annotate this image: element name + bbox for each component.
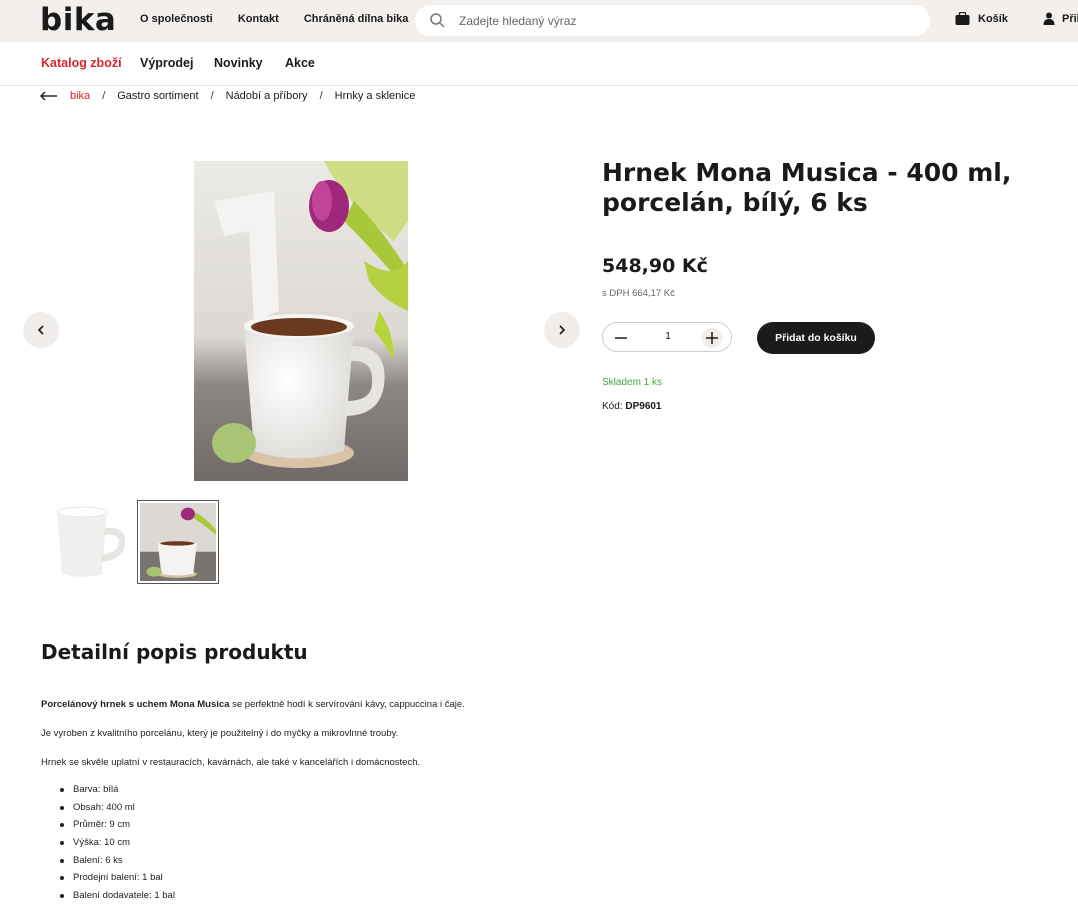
thumbnail-coffee[interactable] [137,500,219,584]
quantity-value[interactable]: 1 [655,330,681,342]
description-title: Detailní popis produktu [41,640,308,664]
chevron-right-icon [559,325,566,335]
breadcrumb-tableware[interactable]: Nádobí a příbory [226,90,308,102]
user-icon [1043,12,1055,25]
spec-supplier-package: Balení dodavatele: 1 bal [57,890,175,908]
logo[interactable]: bika [40,2,116,38]
product-price-vat: s DPH 664,17 Kč [602,288,675,299]
breadcrumb-home[interactable]: bika [70,90,90,102]
plus-icon[interactable] [702,328,722,348]
chevron-left-icon [37,325,44,335]
spec-color: Barva: bílá [57,784,175,802]
cart-label: Košík [978,12,1008,25]
top-bar: bika O společnosti Kontakt Chráněná díln… [0,0,1078,42]
cart-button[interactable]: Košík [955,12,1008,25]
breadcrumb-mugs[interactable]: Hrnky a sklenice [335,90,416,102]
link-contact[interactable]: Kontakt [238,13,279,25]
description-intro: Porcelánový hrnek s uchem Mona Musica se… [41,699,465,710]
spec-list: Barva: bílá Obsah: 400 ml Průměr: 9 cm V… [57,784,175,908]
breadcrumb-separator: / [319,90,323,102]
quantity-stepper: 1 [602,322,732,352]
top-links: O společnosti Kontakt Chráněná dílna bik… [140,13,430,25]
nav-catalog[interactable]: Katalog zboží [41,56,122,70]
breadcrumb-separator: / [210,90,214,102]
breadcrumb-separator: / [102,90,106,102]
spec-volume: Obsah: 400 ml [57,802,175,820]
spec-diameter: Průměr: 9 cm [57,819,175,837]
gallery-next-button[interactable] [544,312,580,348]
description-intro-rest: se perfektně hodí k servírování kávy, ca… [229,699,465,710]
minus-icon[interactable] [613,330,629,346]
search-input[interactable] [459,11,899,30]
link-workshop[interactable]: Chráněná dílna bika [304,13,409,25]
link-about[interactable]: O společnosti [140,13,213,25]
stock-status: Skladem 1 ks [602,377,663,388]
product-main-image[interactable] [194,161,408,481]
description-paragraph: Hrnek se skvěle uplatní v restauracích, … [41,757,421,768]
cart-icon [955,12,970,25]
search-box [415,5,930,36]
gallery-prev-button[interactable] [23,312,59,348]
nav-actions[interactable]: Akce [285,56,315,70]
product-code-value: DP9601 [625,401,662,412]
add-to-cart-button[interactable]: Přidat do košíku [757,322,875,354]
login-label: Přil [1062,12,1078,25]
product-code-label: Kód: [602,401,623,412]
description-intro-bold: Porcelánový hrnek s uchem Mona Musica [41,699,230,710]
description-paragraph: Je vyroben z kvalitního porcelánu, který… [41,728,399,739]
spec-height: Výška: 10 cm [57,837,175,855]
product-code: Kód: DP9601 [602,401,662,412]
back-arrow-icon[interactable] [40,91,58,101]
product-price: 548,90 Kč [602,255,708,277]
breadcrumb: bika / Gastro sortiment / Nádobí a příbo… [40,89,415,103]
breadcrumb-gastro[interactable]: Gastro sortiment [117,90,198,102]
login-button[interactable]: Přil [1043,12,1078,25]
category-nav: Katalog zboží Výprodej Novinky Akce [0,42,1078,86]
spec-sales-package: Prodejní balení: 1 bal [57,872,175,890]
search-icon [430,13,445,28]
nav-news[interactable]: Novinky [214,56,263,70]
nav-sale[interactable]: Výprodej [140,56,194,70]
product-title: Hrnek Mona Musica - 400 ml, porcelán, bí… [602,158,1012,217]
spec-package: Balení: 6 ks [57,855,175,873]
thumbnail-mug[interactable] [41,500,131,584]
